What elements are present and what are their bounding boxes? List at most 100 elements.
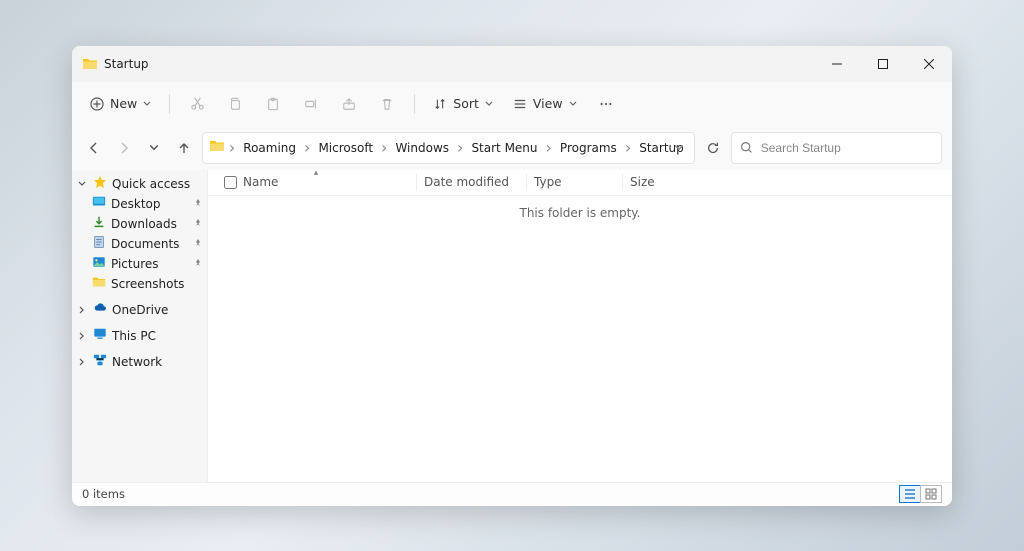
sidebar-item-screenshots[interactable]: Screenshots xyxy=(72,274,207,294)
search-icon xyxy=(740,141,753,154)
chevron-right-icon: › xyxy=(623,138,633,157)
breadcrumbs: › Roaming › Microsoft › Windows › Start … xyxy=(209,137,688,159)
sidebar-item-pictures[interactable]: Pictures xyxy=(72,254,207,274)
pin-icon xyxy=(193,197,203,211)
chevron-right-icon: › xyxy=(455,138,465,157)
empty-folder-message: This folder is empty. xyxy=(208,196,952,482)
breadcrumb-item[interactable]: Microsoft xyxy=(314,137,377,159)
content-pane: Name ▴ Date modified Type Size This fold… xyxy=(208,170,952,482)
view-details-button[interactable] xyxy=(899,485,921,503)
rename-icon xyxy=(304,97,318,111)
sort-asc-icon: ▴ xyxy=(314,168,319,178)
rename-button[interactable] xyxy=(294,89,328,119)
close-button[interactable] xyxy=(906,46,952,82)
breadcrumb-item[interactable]: Start Menu xyxy=(467,137,541,159)
sidebar-item-downloads[interactable]: Downloads xyxy=(72,214,207,234)
nav-back-button[interactable] xyxy=(82,133,106,163)
view-button[interactable]: View xyxy=(505,89,585,119)
nav-forward-button[interactable] xyxy=(112,133,136,163)
folder-icon xyxy=(92,275,106,292)
view-thumbnails-button[interactable] xyxy=(920,485,942,503)
cut-button[interactable] xyxy=(180,89,214,119)
delete-button[interactable] xyxy=(370,89,404,119)
sidebar-item-label: Documents xyxy=(111,237,188,251)
new-button[interactable]: New xyxy=(82,89,159,119)
address-history-dropdown[interactable] xyxy=(670,134,688,161)
expand-icon xyxy=(76,358,88,366)
address-bar[interactable]: › Roaming › Microsoft › Windows › Start … xyxy=(202,132,695,164)
nav-up-button[interactable] xyxy=(172,133,196,163)
trash-icon xyxy=(380,97,394,111)
sidebar-item-onedrive[interactable]: OneDrive xyxy=(72,300,207,320)
more-icon xyxy=(599,97,613,111)
collapse-icon xyxy=(76,180,88,188)
pin-icon xyxy=(193,217,203,231)
chevron-down-icon xyxy=(569,100,577,108)
downloads-icon xyxy=(92,215,106,232)
minimize-button[interactable] xyxy=(814,46,860,82)
expand-icon xyxy=(76,332,88,340)
titlebar: Startup xyxy=(72,46,952,82)
window-title: Startup xyxy=(104,57,149,71)
chevron-down-icon xyxy=(485,100,493,108)
separator xyxy=(169,94,170,114)
view-icon xyxy=(513,97,527,111)
monitor-icon xyxy=(93,327,107,344)
sidebar-item-label: Desktop xyxy=(111,197,188,211)
breadcrumb-item[interactable]: Windows xyxy=(391,137,453,159)
column-header-name[interactable]: Name ▴ xyxy=(216,170,416,195)
copy-icon xyxy=(228,97,242,111)
sidebar-item-quick-access[interactable]: Quick access xyxy=(72,174,207,194)
copy-button[interactable] xyxy=(218,89,252,119)
sidebar-item-desktop[interactable]: Desktop xyxy=(72,194,207,214)
sidebar-item-label: OneDrive xyxy=(112,303,203,317)
more-button[interactable] xyxy=(589,89,623,119)
body: Quick access Desktop Downloads Documents… xyxy=(72,170,952,482)
nav-recent-dropdown[interactable] xyxy=(142,133,166,163)
select-all-checkbox[interactable] xyxy=(224,176,237,189)
folder-icon xyxy=(209,138,225,158)
search-input[interactable] xyxy=(761,141,933,155)
sidebar-item-label: Downloads xyxy=(111,217,188,231)
sidebar-item-documents[interactable]: Documents xyxy=(72,234,207,254)
sidebar-item-label: Pictures xyxy=(111,257,188,271)
pin-icon xyxy=(193,237,203,251)
pictures-icon xyxy=(92,255,106,272)
star-icon xyxy=(93,175,107,192)
paste-button[interactable] xyxy=(256,89,290,119)
navigation-pane: Quick access Desktop Downloads Documents… xyxy=(72,170,208,482)
network-icon xyxy=(93,353,107,370)
chevron-right-icon: › xyxy=(544,138,554,157)
cloud-icon xyxy=(93,301,107,318)
refresh-button[interactable] xyxy=(701,133,725,163)
column-header-type[interactable]: Type xyxy=(526,170,622,195)
sort-icon xyxy=(433,97,447,111)
column-headers: Name ▴ Date modified Type Size xyxy=(208,170,952,196)
status-count: 0 items xyxy=(82,487,125,501)
explorer-window: Startup New Sort View xyxy=(72,46,952,506)
sidebar-item-network[interactable]: Network xyxy=(72,352,207,372)
expand-icon xyxy=(76,306,88,314)
window-folder-icon xyxy=(82,56,98,72)
nav-row: › Roaming › Microsoft › Windows › Start … xyxy=(72,126,952,170)
sort-button-label: Sort xyxy=(453,96,479,111)
maximize-button[interactable] xyxy=(860,46,906,82)
plus-circle-icon xyxy=(90,97,104,111)
sort-button[interactable]: Sort xyxy=(425,89,501,119)
chevron-right-icon: › xyxy=(379,138,389,157)
grid-icon xyxy=(925,488,937,500)
breadcrumb-item[interactable]: Roaming xyxy=(239,137,300,159)
documents-icon xyxy=(92,235,106,252)
breadcrumb-item[interactable]: Programs xyxy=(556,137,621,159)
desktop-icon xyxy=(92,195,106,212)
share-button[interactable] xyxy=(332,89,366,119)
share-icon xyxy=(342,97,356,111)
sidebar-item-this-pc[interactable]: This PC xyxy=(72,326,207,346)
pin-icon xyxy=(193,257,203,271)
column-header-size[interactable]: Size xyxy=(622,170,682,195)
chevron-right-icon: › xyxy=(302,138,312,157)
search-box[interactable] xyxy=(731,132,942,164)
column-header-date[interactable]: Date modified xyxy=(416,170,526,195)
new-button-label: New xyxy=(110,96,137,111)
sidebar-item-label: This PC xyxy=(112,329,203,343)
